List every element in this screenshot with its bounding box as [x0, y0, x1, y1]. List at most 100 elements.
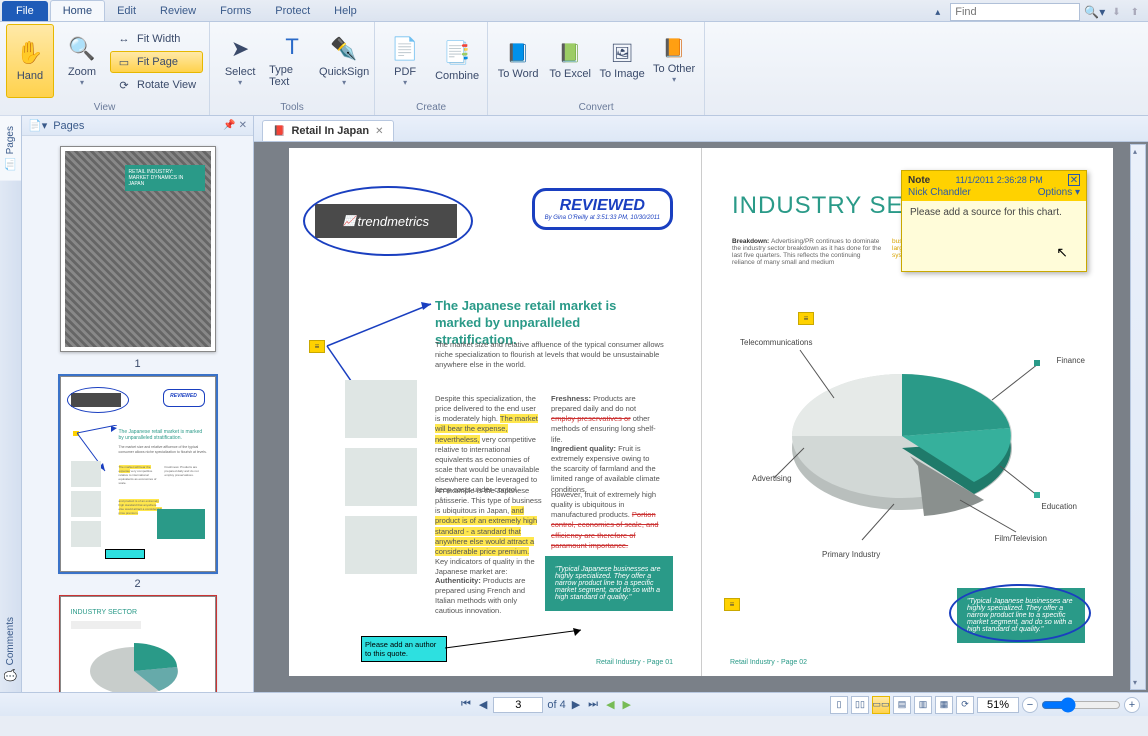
- pdf-icon: 📄: [391, 36, 418, 62]
- rotate-view[interactable]: ⟳Rotate View: [110, 74, 203, 96]
- find-input[interactable]: [950, 3, 1080, 21]
- scrollbar-v[interactable]: ▴▾: [1130, 144, 1146, 690]
- group-create: Create: [381, 100, 481, 113]
- intro-text: The market size and relative affluence o…: [435, 340, 665, 370]
- tab-help[interactable]: Help: [322, 1, 369, 21]
- note-icon-2[interactable]: ≡: [798, 312, 814, 325]
- thumb-1-num: 1: [134, 358, 140, 370]
- create-pdf[interactable]: 📄 PDF: [381, 24, 429, 98]
- nav-forward[interactable]: ▶: [621, 698, 633, 711]
- combine-icon: 📑: [443, 40, 470, 66]
- label-prim: Primary Industry: [822, 550, 880, 559]
- fitpage-icon: ▭: [117, 56, 131, 69]
- quote-box: "Typical Japanese businesses are highly …: [545, 556, 673, 611]
- note-options[interactable]: Options ▾: [1038, 187, 1080, 198]
- label-fin: Finance: [1057, 356, 1085, 365]
- note-icon-3[interactable]: ≡: [724, 598, 740, 611]
- file-menu[interactable]: File: [2, 1, 48, 21]
- page-number[interactable]: [493, 697, 543, 713]
- to-excel[interactable]: 📗To Excel: [546, 24, 594, 98]
- nav-back[interactable]: ◀: [604, 698, 616, 711]
- nav-prev[interactable]: ◀: [477, 698, 489, 711]
- find-next[interactable]: ⬆: [1128, 7, 1142, 18]
- placeholder-2: [345, 448, 417, 506]
- fit-width[interactable]: ↔Fit Width: [110, 28, 203, 50]
- cover-line2: MARKET DYNAMICS IN JAPAN: [129, 175, 184, 187]
- zoom-in[interactable]: +: [1124, 697, 1140, 713]
- thumbnail-3[interactable]: INDUSTRY SECTOR: [60, 596, 216, 692]
- view-single[interactable]: ▯: [830, 696, 848, 714]
- to-image[interactable]: 🖼To Image: [598, 24, 646, 98]
- label-film: Film/Television: [995, 534, 1047, 543]
- view-rotate[interactable]: ⟳: [956, 696, 974, 714]
- view-5[interactable]: ▥: [914, 696, 932, 714]
- callout-box[interactable]: Please add an author to this quote.: [361, 636, 447, 662]
- tab-review[interactable]: Review: [148, 1, 208, 21]
- page-left: 📈trendmetrics REVIEWED By Gina O'Reilly …: [289, 148, 701, 676]
- view-cont[interactable]: ▯▯: [851, 696, 869, 714]
- breakdown-text: Breakdown: Advertising/PR continues to d…: [732, 238, 882, 266]
- close-tab[interactable]: ✕: [375, 126, 383, 137]
- select-tool[interactable]: ➤Select: [216, 24, 264, 98]
- tab-protect[interactable]: Protect: [263, 1, 322, 21]
- note-author: Nick Chandler: [908, 187, 971, 198]
- fit-page[interactable]: ▭Fit Page: [110, 51, 203, 73]
- tab-edit[interactable]: Edit: [105, 1, 148, 21]
- pie-chart: [762, 328, 1042, 548]
- sticky-note[interactable]: Note 11/1/2011 2:36:28 PM ✕ Nick Chandle…: [901, 170, 1087, 272]
- combine-label: Combine: [435, 70, 479, 82]
- pages-icon: 📄: [5, 157, 17, 170]
- pages-label: Pages: [5, 126, 16, 154]
- view-6[interactable]: ▦: [935, 696, 953, 714]
- group-tools: Tools: [216, 100, 368, 113]
- side-tab-comments[interactable]: 💬 Comments: [0, 607, 21, 692]
- label-adv: Advertising: [752, 474, 792, 483]
- pdf-badge-icon: 📕: [273, 126, 285, 137]
- to-other[interactable]: 📙To Other: [650, 24, 698, 98]
- document-tab[interactable]: 📕 Retail In Japan ✕: [262, 120, 394, 141]
- combine[interactable]: 📑 Combine: [433, 24, 481, 98]
- typetext-icon: T: [285, 34, 298, 60]
- search-icon[interactable]: 🔍▾: [1084, 5, 1105, 19]
- toimage-label: To Image: [599, 68, 644, 80]
- side-tab-pages[interactable]: 📄 Pages: [0, 116, 21, 181]
- quicksign-tool[interactable]: ✒️QuickSign: [320, 24, 368, 98]
- view-cont-facing[interactable]: ▤: [893, 696, 911, 714]
- nav-last[interactable]: ⏭: [586, 698, 600, 711]
- to-word[interactable]: 📘To Word: [494, 24, 542, 98]
- col1b2: Key indicators of quality in the Japanes…: [435, 557, 535, 576]
- ribbon-minimize[interactable]: ▴: [929, 7, 946, 18]
- quicksign-label: QuickSign: [319, 66, 369, 78]
- group-convert: Convert: [494, 100, 698, 113]
- zoom-slider[interactable]: [1041, 697, 1121, 713]
- rotate-label: Rotate View: [137, 79, 196, 91]
- pdf-label: PDF: [394, 66, 416, 78]
- typetext-label: Type Text: [269, 64, 315, 88]
- tab-home[interactable]: Home: [50, 0, 105, 21]
- reviewed-stamp[interactable]: REVIEWED By Gina O'Reilly at 3:51:33 PM,…: [532, 188, 673, 230]
- label-edu: Education: [1041, 502, 1077, 511]
- thumbnail-2[interactable]: REVIEWED The Japanese retail market is m…: [60, 376, 216, 572]
- thumbnail-1[interactable]: RETAIL INDUSTRY:MARKET DYNAMICS IN JAPAN: [60, 146, 216, 352]
- pages-panel-title: Pages: [53, 120, 84, 132]
- annotation-oval-quote[interactable]: [949, 584, 1091, 642]
- panel-pin[interactable]: 📌 ✕: [223, 120, 247, 131]
- tab-forms[interactable]: Forms: [208, 1, 263, 21]
- fitwidth-label: Fit Width: [137, 33, 180, 45]
- find-prev[interactable]: ⬇: [1109, 7, 1123, 18]
- note-close[interactable]: ✕: [1068, 174, 1080, 186]
- nav-first[interactable]: ⏮: [459, 698, 473, 711]
- typetext-tool[interactable]: T Type Text: [268, 24, 316, 98]
- view-facing[interactable]: ▭▭: [872, 696, 890, 714]
- zoom-out[interactable]: −: [1022, 697, 1038, 713]
- nav-next[interactable]: ▶: [570, 698, 582, 711]
- hand-label: Hand: [17, 70, 43, 82]
- annotation-oval-logo[interactable]: [303, 186, 473, 256]
- pages-panel-dropdown[interactable]: 📄▾: [28, 119, 47, 132]
- hand-tool[interactable]: ✋ Hand: [6, 24, 54, 98]
- hand-icon: ✋: [16, 40, 43, 66]
- placeholder-3: [345, 516, 417, 574]
- note-type: Note: [908, 175, 930, 186]
- zoom-value[interactable]: [977, 697, 1019, 713]
- zoom-tool[interactable]: 🔍Zoom: [58, 24, 106, 98]
